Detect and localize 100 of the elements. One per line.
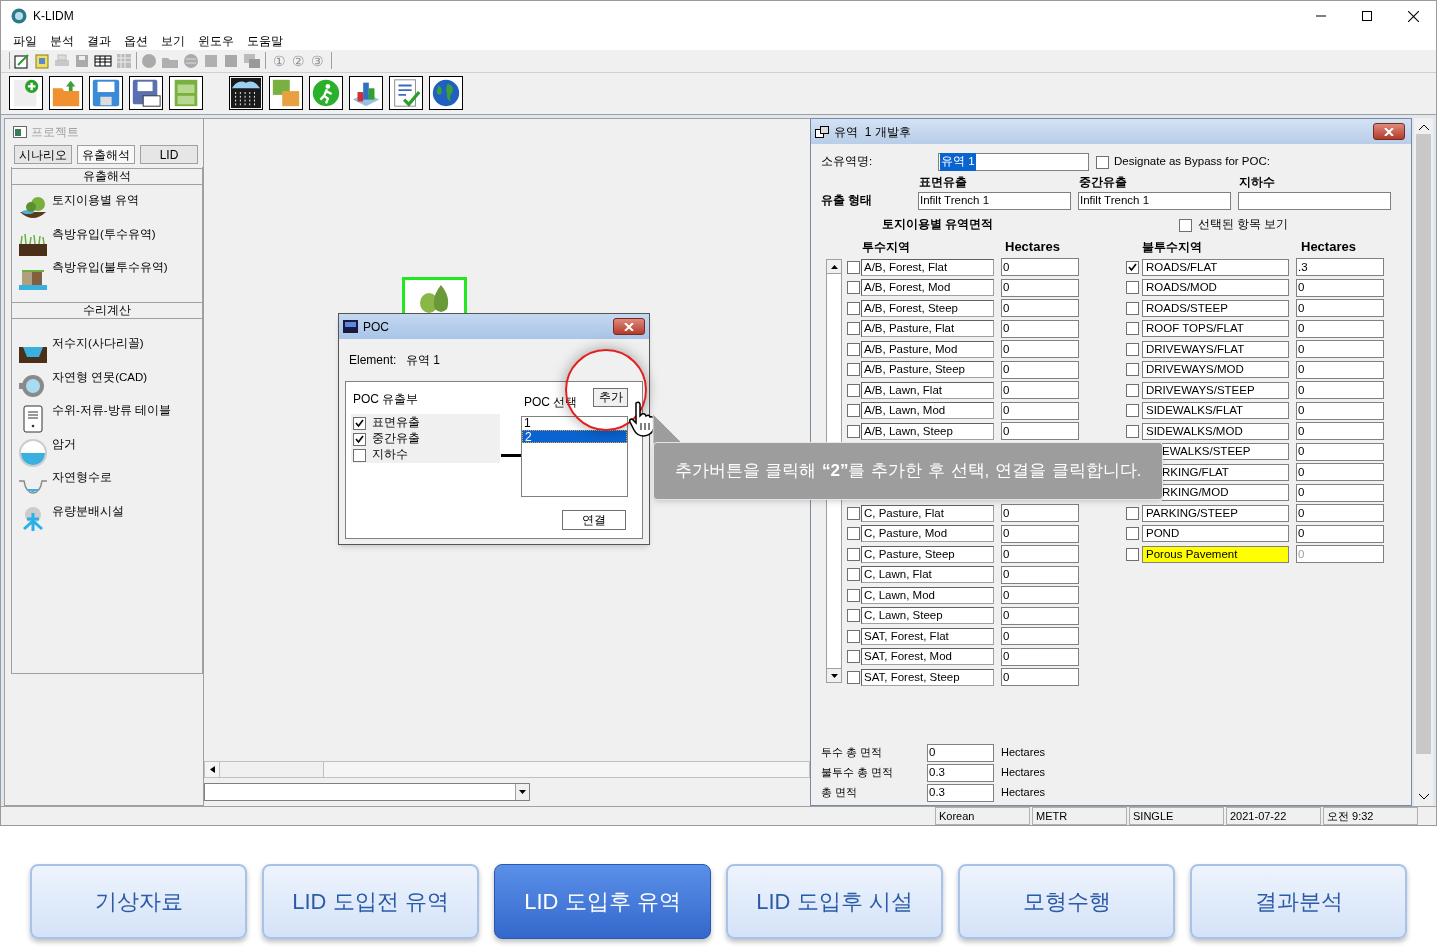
- checkbox[interactable]: [847, 588, 860, 602]
- list-item[interactable]: 2: [522, 430, 627, 443]
- scroll-thumb[interactable]: [1416, 134, 1431, 754]
- checkbox[interactable]: [847, 424, 860, 438]
- globe-icon[interactable]: [429, 76, 463, 111]
- input-field[interactable]: 0: [1001, 627, 1079, 646]
- checkbox[interactable]: [847, 527, 860, 541]
- input-field[interactable]: 0: [1001, 668, 1079, 687]
- input-field[interactable]: 0: [1001, 319, 1079, 338]
- horizontal-scroll-bar[interactable]: [204, 761, 810, 778]
- list-item[interactable]: 유량분배시설: [52, 502, 124, 520]
- connect-button[interactable]: 연결: [562, 510, 626, 530]
- menu-item[interactable]: 분석: [44, 31, 80, 50]
- edit-icon[interactable]: [14, 52, 30, 69]
- input-field[interactable]: 0: [1296, 524, 1384, 543]
- checkbox[interactable]: [353, 416, 366, 430]
- list-item[interactable]: 측방유입(투수유역): [52, 225, 156, 243]
- checkbox[interactable]: [1126, 506, 1139, 520]
- dropdown-field[interactable]: [204, 783, 530, 801]
- checkbox[interactable]: [847, 281, 860, 295]
- input-field[interactable]: 0: [1001, 524, 1079, 543]
- checkbox[interactable]: [847, 342, 860, 356]
- input-field[interactable]: 0: [927, 743, 994, 762]
- new-document-icon[interactable]: [9, 76, 43, 111]
- input-field[interactable]: 0: [1296, 360, 1384, 379]
- folder-icon[interactable]: [34, 52, 50, 69]
- list-item[interactable]: 저수지(사다리꼴): [52, 335, 144, 353]
- input-field[interactable]: 0: [1296, 422, 1384, 441]
- scroll-down-arrow-icon[interactable]: [830, 673, 838, 678]
- checkbox[interactable]: [1126, 342, 1139, 356]
- bar-chart-icon[interactable]: [349, 76, 383, 111]
- checkbox[interactable]: [847, 506, 860, 520]
- checkbox[interactable]: [1126, 404, 1139, 418]
- checkbox[interactable]: [847, 301, 860, 315]
- running-man-icon[interactable]: [309, 76, 343, 111]
- input-field[interactable]: 유역 1: [938, 153, 1089, 171]
- input-field[interactable]: 0: [1001, 565, 1079, 584]
- nav-button[interactable]: 모형수행: [958, 864, 1175, 939]
- list-box[interactable]: 1 2: [521, 416, 628, 497]
- list-item[interactable]: 측방유입(불투수유역): [52, 259, 168, 277]
- checkbox[interactable]: [1126, 424, 1139, 438]
- close-button[interactable]: [613, 318, 645, 335]
- tab[interactable]: 유출해석: [77, 145, 135, 164]
- input-field[interactable]: 0: [1001, 401, 1079, 420]
- scroll-up-arrow-icon[interactable]: [830, 264, 838, 269]
- input-field[interactable]: 0: [1001, 504, 1079, 523]
- input-field[interactable]: 0: [1296, 504, 1384, 523]
- input-field[interactable]: Infilt Trench 1: [1078, 192, 1231, 210]
- checkbox[interactable]: [847, 629, 860, 643]
- checkbox[interactable]: [1126, 281, 1139, 295]
- checkbox[interactable]: [847, 609, 860, 623]
- list-item[interactable]: 자연형 연못(CAD): [52, 368, 148, 386]
- tab[interactable]: LID: [140, 145, 198, 164]
- checkbox[interactable]: [847, 260, 860, 274]
- checkbox[interactable]: [847, 363, 860, 377]
- checkbox[interactable]: [1126, 527, 1139, 541]
- rain-cloud-icon[interactable]: [229, 76, 263, 111]
- input-field[interactable]: 0: [1296, 381, 1384, 400]
- input-field[interactable]: 0: [1001, 381, 1079, 400]
- input-field[interactable]: 0: [1296, 340, 1384, 359]
- checkbox[interactable]: [847, 383, 860, 397]
- input-field[interactable]: 0: [1001, 258, 1079, 277]
- input-field[interactable]: .3: [1296, 258, 1384, 277]
- input-field[interactable]: 0: [1296, 463, 1384, 482]
- nav-button[interactable]: LID 도입후 유역: [494, 864, 711, 939]
- list-item[interactable]: 자연형수로: [52, 469, 112, 487]
- checkbox[interactable]: [1126, 383, 1139, 397]
- scroll-thumb[interactable]: [220, 762, 324, 777]
- table-icon[interactable]: [94, 52, 112, 69]
- nav-button[interactable]: LID 도입전 유역: [262, 864, 479, 939]
- input-field[interactable]: 0.3: [927, 763, 994, 782]
- list-item[interactable]: 수위-저류-방류 테이블: [52, 402, 171, 420]
- checkbox[interactable]: [847, 650, 860, 664]
- tab[interactable]: 시나리오: [14, 145, 72, 164]
- input-field[interactable]: 0: [1296, 401, 1384, 420]
- menu-item[interactable]: 결과: [81, 31, 117, 50]
- cabinet-icon[interactable]: [169, 76, 203, 111]
- menu-item[interactable]: 보기: [155, 31, 191, 50]
- checkbox[interactable]: [847, 547, 860, 561]
- close-button[interactable]: [1373, 123, 1405, 140]
- input-field[interactable]: 0: [1001, 422, 1079, 441]
- nav-button[interactable]: 기상자료: [30, 864, 247, 939]
- menu-item[interactable]: 파일: [7, 31, 43, 50]
- input-field[interactable]: 0: [1001, 340, 1079, 359]
- checkbox[interactable]: [847, 670, 860, 684]
- input-field[interactable]: 0: [1001, 360, 1079, 379]
- checkbox[interactable]: [353, 432, 366, 446]
- input-field[interactable]: [1238, 192, 1391, 210]
- list-item[interactable]: 토지이용별 유역: [52, 192, 140, 210]
- checkbox[interactable]: [1126, 363, 1139, 377]
- nav-button[interactable]: 결과분석: [1190, 864, 1407, 939]
- input-field[interactable]: 0: [1001, 299, 1079, 318]
- checkbox[interactable]: [847, 322, 860, 336]
- input-field[interactable]: 0: [1001, 606, 1079, 625]
- checkbox[interactable]: [1179, 218, 1192, 232]
- window-stack-icon[interactable]: [243, 52, 261, 69]
- checkbox[interactable]: [1126, 301, 1139, 315]
- menu-item[interactable]: 도움말: [241, 31, 289, 50]
- checkbox[interactable]: [353, 448, 366, 462]
- list-item[interactable]: 암거: [52, 435, 76, 453]
